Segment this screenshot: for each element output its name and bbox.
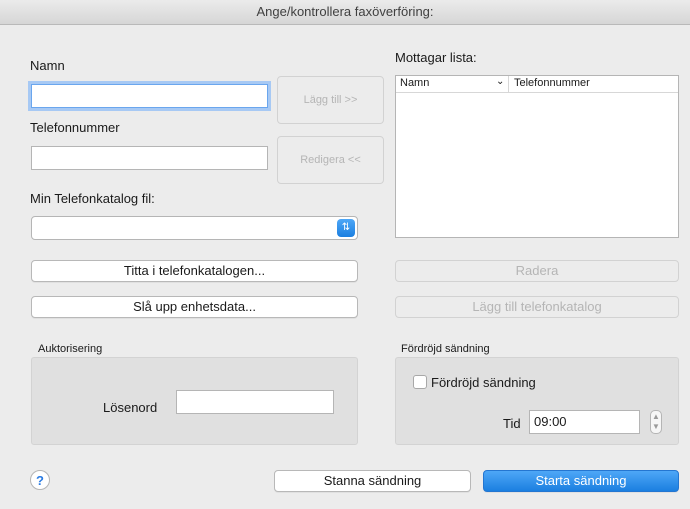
list-header: Namn ⌄ Telefonnummer: [396, 76, 678, 93]
phone-label: Telefonnummer: [30, 120, 120, 135]
delayed-checkbox-label[interactable]: Fördröjd sändning: [431, 375, 536, 390]
lookup-device-button[interactable]: Slå upp enhetsdata...: [31, 296, 358, 318]
help-button[interactable]: ?: [30, 470, 50, 490]
recipient-list[interactable]: Namn ⌄ Telefonnummer: [395, 75, 679, 238]
phonebook-label: Min Telefonkatalog fil:: [30, 191, 155, 206]
auth-title: Auktorisering: [38, 343, 103, 355]
column-name[interactable]: Namn: [400, 77, 429, 89]
password-field[interactable]: [176, 390, 334, 414]
window-title: Ange/kontrollera faxöverföring:: [0, 0, 690, 25]
delete-button[interactable]: Radera: [395, 260, 679, 282]
stop-button[interactable]: Stanna sändning: [274, 470, 471, 492]
stepper-up-icon[interactable]: ▲: [651, 412, 661, 422]
phone-field[interactable]: [31, 146, 268, 170]
recipient-list-label: Mottagar lista:: [395, 50, 477, 65]
name-field[interactable]: [31, 84, 268, 108]
add-button[interactable]: Lägg till >>: [277, 76, 384, 124]
name-label: Namn: [30, 58, 65, 73]
password-label: Lösenord: [103, 400, 158, 415]
time-stepper[interactable]: ▲ ▼: [650, 410, 662, 434]
time-label: Tid: [503, 416, 521, 431]
column-phone[interactable]: Telefonnummer: [514, 77, 590, 89]
phonebook-select[interactable]: ⇅: [31, 216, 358, 240]
chevron-updown-icon: ⇅: [337, 219, 355, 237]
sort-chevron-icon: ⌄: [496, 76, 505, 87]
time-field[interactable]: 09:00: [529, 410, 640, 434]
view-phonebook-button[interactable]: Titta i telefonkatalogen...: [31, 260, 358, 282]
column-divider: [508, 76, 509, 92]
start-button[interactable]: Starta sändning: [483, 470, 679, 492]
edit-button[interactable]: Redigera <<: [277, 136, 384, 184]
add-to-phonebook-button[interactable]: Lägg till telefonkatalog: [395, 296, 679, 318]
stepper-down-icon[interactable]: ▼: [651, 422, 661, 432]
delayed-title: Fördröjd sändning: [401, 343, 490, 355]
delayed-checkbox[interactable]: [413, 375, 427, 389]
